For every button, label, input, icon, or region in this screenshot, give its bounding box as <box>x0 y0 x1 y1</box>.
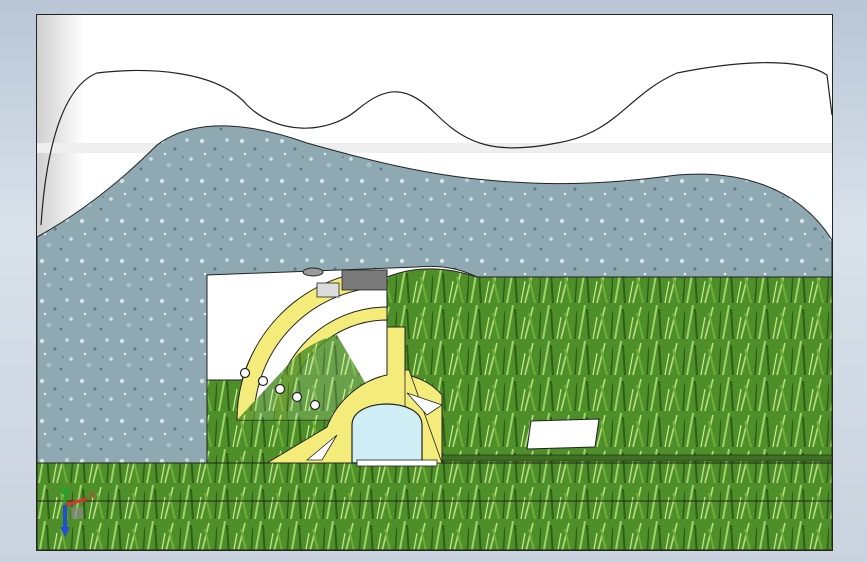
tunnel-opening <box>351 403 423 464</box>
x-axis-label: X <box>89 492 95 502</box>
marker-block <box>526 418 600 450</box>
rail-track <box>436 454 832 462</box>
cutter-light-segment <box>316 282 340 298</box>
cutter-dark-segment <box>341 269 388 291</box>
x-axis-icon <box>64 497 88 507</box>
coordinate-triad: X <box>60 487 95 537</box>
cad-viewport[interactable]: X <box>36 14 833 551</box>
cutter-top-tool <box>302 267 324 277</box>
lining-base-plate <box>356 459 438 467</box>
cross-section-drawing <box>37 15 832 550</box>
